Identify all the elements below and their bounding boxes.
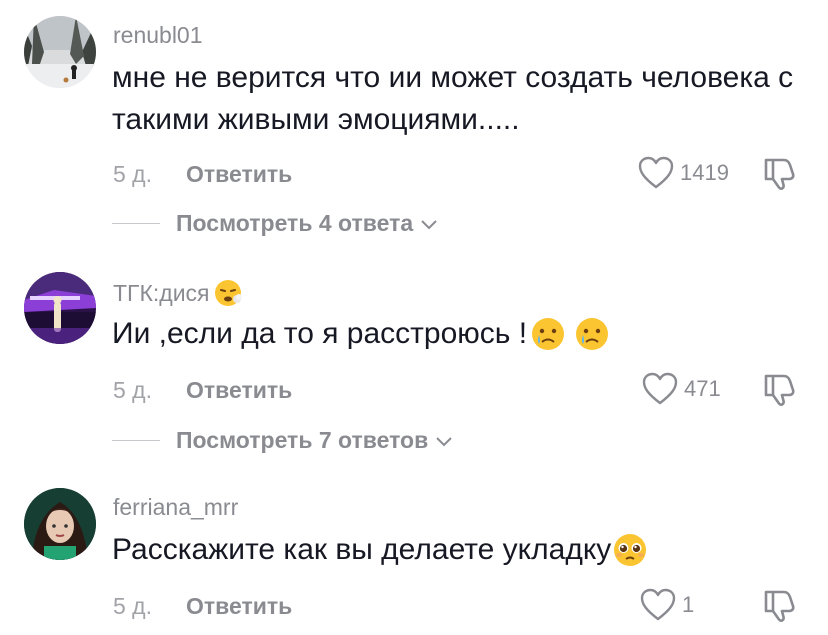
view-replies-label: Посмотреть 4 ответа <box>176 210 414 236</box>
like-button[interactable]: 1419 <box>638 156 729 190</box>
divider-line <box>112 439 160 442</box>
avatar[interactable] <box>24 16 96 88</box>
comment-timestamp: 5 д. <box>113 161 152 187</box>
chevron-down-icon <box>436 436 452 446</box>
reply-button[interactable]: Ответить <box>186 377 292 404</box>
like-button[interactable]: 471 <box>642 372 721 406</box>
like-button[interactable]: 1 <box>640 588 694 622</box>
dislike-button[interactable] <box>760 156 796 197</box>
dislike-button[interactable] <box>760 372 796 413</box>
reply-button[interactable]: Ответить <box>186 593 292 620</box>
heart-outline-icon <box>642 372 678 405</box>
comment-text: мне не верится что ии может создать чело… <box>112 61 802 136</box>
heart-outline-icon <box>640 588 676 621</box>
comment-text: Расскажите как вы делаете укладку <box>112 529 812 571</box>
thumbs-down-outline-icon <box>764 590 795 622</box>
view-replies-button[interactable]: Посмотреть 4 ответа <box>112 210 439 237</box>
like-count: 1419 <box>680 160 729 185</box>
dislike-button[interactable] <box>760 588 796 629</box>
thumbs-down-outline-icon <box>764 374 795 406</box>
crying-face-emoji-icon <box>576 318 609 350</box>
comment-username[interactable]: ТГК:дися <box>113 278 243 308</box>
comment-username[interactable]: renubl01 <box>113 22 203 49</box>
avatar[interactable] <box>24 272 96 344</box>
tired-face-emoji-icon <box>214 280 242 306</box>
like-count: 1 <box>682 592 695 617</box>
crying-face-emoji-icon <box>532 318 565 350</box>
avatar[interactable] <box>24 488 96 560</box>
chevron-down-icon <box>421 219 437 229</box>
view-replies-label: Посмотреть 7 ответов <box>176 427 429 453</box>
comment-text: Ии ,если да то я расстроюсь ! <box>112 313 812 355</box>
divider-line <box>112 222 160 225</box>
view-replies-button[interactable]: Посмотреть 7 ответов <box>112 427 454 454</box>
comment-timestamp: 5 д. <box>113 593 152 619</box>
heart-outline-icon <box>638 156 674 189</box>
comment-timestamp: 5 д. <box>113 377 152 403</box>
thumbs-down-outline-icon <box>764 158 795 190</box>
comment-username[interactable]: ferriana_mrr <box>113 494 238 521</box>
pleading-face-emoji-icon <box>614 534 647 566</box>
like-count: 471 <box>684 376 721 401</box>
reply-button[interactable]: Ответить <box>186 161 292 188</box>
